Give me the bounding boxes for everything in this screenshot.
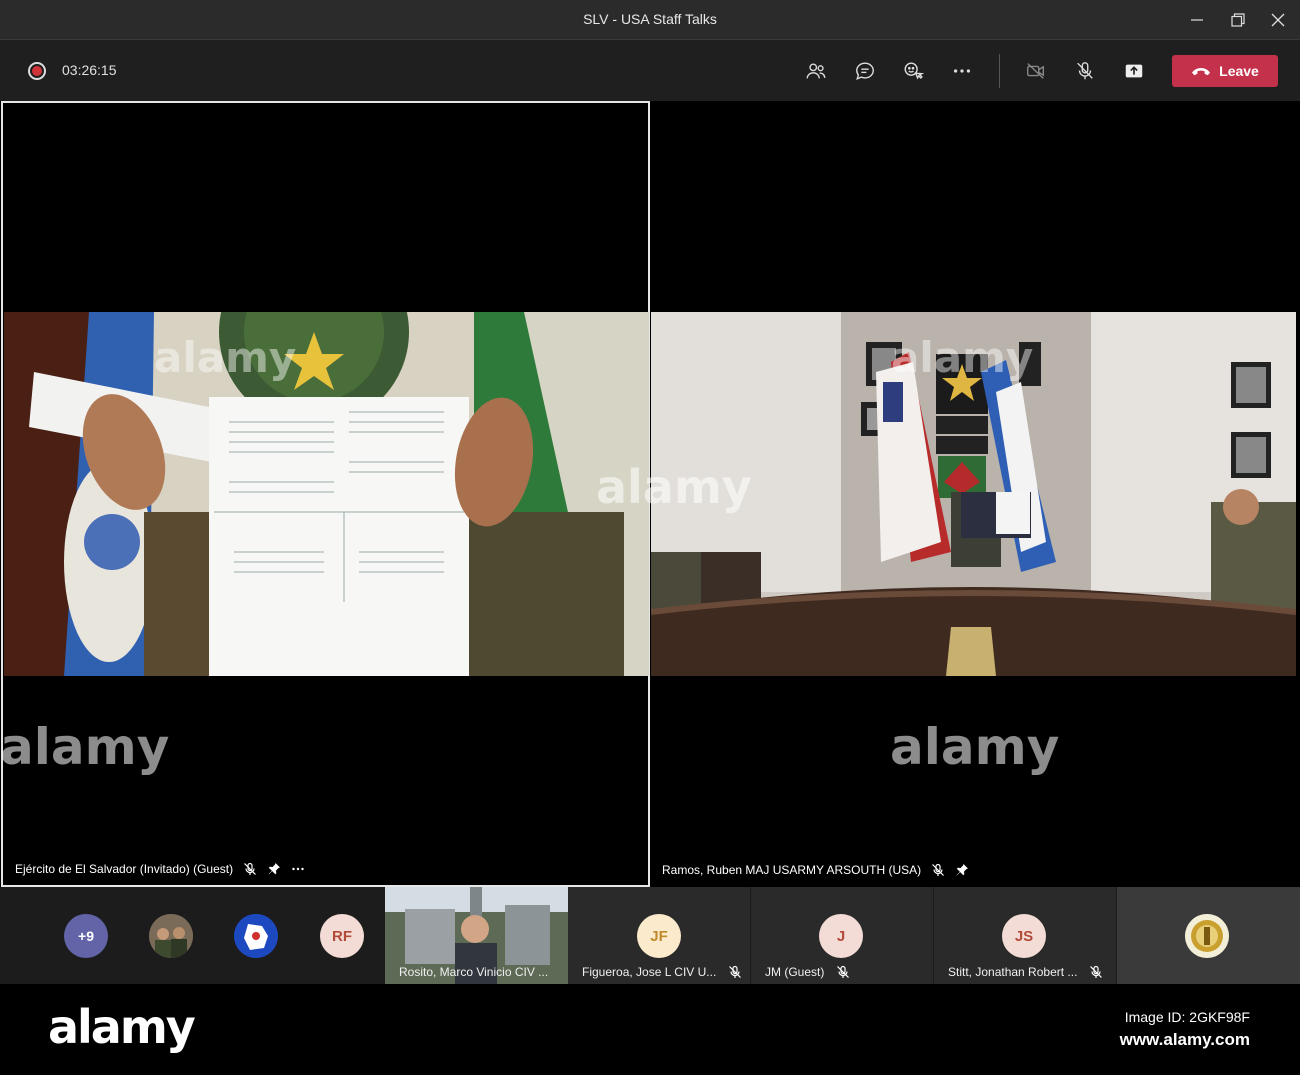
- pin-icon[interactable]: [955, 863, 969, 877]
- share-tray-icon: [1125, 64, 1143, 78]
- participant-strip: +9 RF Rosito, Marco Vinicio CIV ... JF F…: [0, 887, 1300, 984]
- tile-label: Ejército de El Salvador (Invitado) (Gues…: [15, 862, 305, 876]
- participant-name: JM (Guest): [765, 965, 825, 979]
- participant-name: Stitt, Jonathan Robert ...: [948, 965, 1078, 979]
- tile-label: Ramos, Ruben MAJ USARMY ARSOUTH (USA): [662, 863, 969, 877]
- leave-button[interactable]: Leave: [1172, 55, 1278, 87]
- participants-button[interactable]: [800, 56, 832, 86]
- chat-button[interactable]: [849, 56, 881, 86]
- participant-tile-jm[interactable]: J JM (Guest): [751, 887, 933, 984]
- participant-tile-emblem[interactable]: [1117, 887, 1300, 984]
- participant-name: Ramos, Ruben MAJ USARMY ARSOUTH (USA): [662, 863, 922, 877]
- more-participants-button[interactable]: +9: [64, 914, 108, 958]
- participant-avatar-rf[interactable]: RF: [320, 914, 364, 958]
- organization-logo-icon: [234, 914, 278, 958]
- minimize-button[interactable]: [1177, 0, 1217, 40]
- participant-tile-stitt[interactable]: JS Stitt, Jonathan Robert ...: [934, 887, 1116, 984]
- reactions-button[interactable]: [897, 56, 929, 86]
- muted-mic-icon: [931, 863, 945, 877]
- participant-avatar-js: JS: [1002, 914, 1046, 958]
- watermark-text-right: alamy: [891, 333, 1033, 382]
- participant-avatar-photo[interactable]: [149, 914, 193, 958]
- camera-off-icon: [1027, 63, 1045, 79]
- watermark-text-left: alamy: [154, 333, 296, 382]
- participant-avatar-j: J: [819, 914, 863, 958]
- participant-video-rosito[interactable]: Rosito, Marco Vinicio CIV ...: [385, 887, 568, 984]
- muted-mic-icon: [836, 965, 850, 979]
- pin-icon[interactable]: [267, 862, 281, 876]
- emblem-icon: [1185, 914, 1229, 958]
- watermark-center: alamy: [596, 460, 752, 514]
- muted-mic-icon: [1089, 965, 1103, 979]
- more-icon: [953, 69, 971, 73]
- participant-name: Ejército de El Salvador (Invitado) (Gues…: [15, 862, 234, 876]
- mic-off-icon: [1077, 62, 1093, 80]
- toolbar-divider: [999, 54, 1000, 88]
- image-id: Image ID: 2GKF98F: [1124, 1009, 1250, 1025]
- minimize-icon: [1191, 19, 1203, 21]
- site-url: www.alamy.com: [1119, 1030, 1250, 1049]
- participant-label: JM (Guest): [765, 965, 850, 979]
- participant-avatar-jf: JF: [637, 914, 681, 958]
- reactions-icon: [904, 62, 924, 80]
- close-icon: [1271, 13, 1285, 27]
- participant-tile-figueroa[interactable]: JF Figueroa, Jose L CIV U...: [568, 887, 750, 984]
- more-actions-button[interactable]: [946, 56, 978, 86]
- muted-mic-icon: [728, 965, 742, 979]
- meeting-toolbar: 03:26:15 Leave: [0, 40, 1300, 101]
- people-icon: [806, 63, 826, 79]
- window-title: SLV - USA Staff Talks: [583, 11, 717, 27]
- meeting-timer: 03:26:15: [62, 62, 117, 78]
- group-photo-icon: [149, 914, 193, 958]
- participant-name: Figueroa, Jose L CIV U...: [582, 965, 717, 979]
- more-options-icon[interactable]: [291, 862, 305, 876]
- close-button[interactable]: [1258, 0, 1298, 40]
- muted-mic-icon: [243, 862, 257, 876]
- watermark-lower-right: alamy: [890, 718, 1060, 776]
- camera-button[interactable]: [1020, 56, 1052, 86]
- video-frame-document: alamy: [4, 312, 649, 676]
- participant-label: Figueroa, Jose L CIV U...: [582, 965, 742, 979]
- title-bar: SLV - USA Staff Talks: [0, 0, 1300, 40]
- participant-label: Stitt, Jonathan Robert ...: [948, 965, 1103, 979]
- watermark-lower-left: alamy: [0, 718, 170, 776]
- share-screen-button[interactable]: [1118, 56, 1150, 86]
- hang-up-icon: [1192, 68, 1211, 76]
- chat-icon: [856, 62, 874, 80]
- participant-avatar-logo[interactable]: [234, 914, 278, 958]
- participant-name: Rosito, Marco Vinicio CIV ...: [399, 965, 549, 979]
- alamy-logo: alamy: [48, 1000, 196, 1054]
- microphone-button[interactable]: [1069, 56, 1101, 86]
- restore-icon: [1231, 13, 1245, 27]
- participant-label: Rosito, Marco Vinicio CIV ...: [399, 965, 548, 979]
- video-feed: alamy: [4, 312, 649, 676]
- leave-label: Leave: [1219, 63, 1259, 79]
- restore-button[interactable]: [1218, 0, 1258, 40]
- participant-avatar-emblem: [1185, 914, 1229, 958]
- recording-icon: [28, 62, 46, 80]
